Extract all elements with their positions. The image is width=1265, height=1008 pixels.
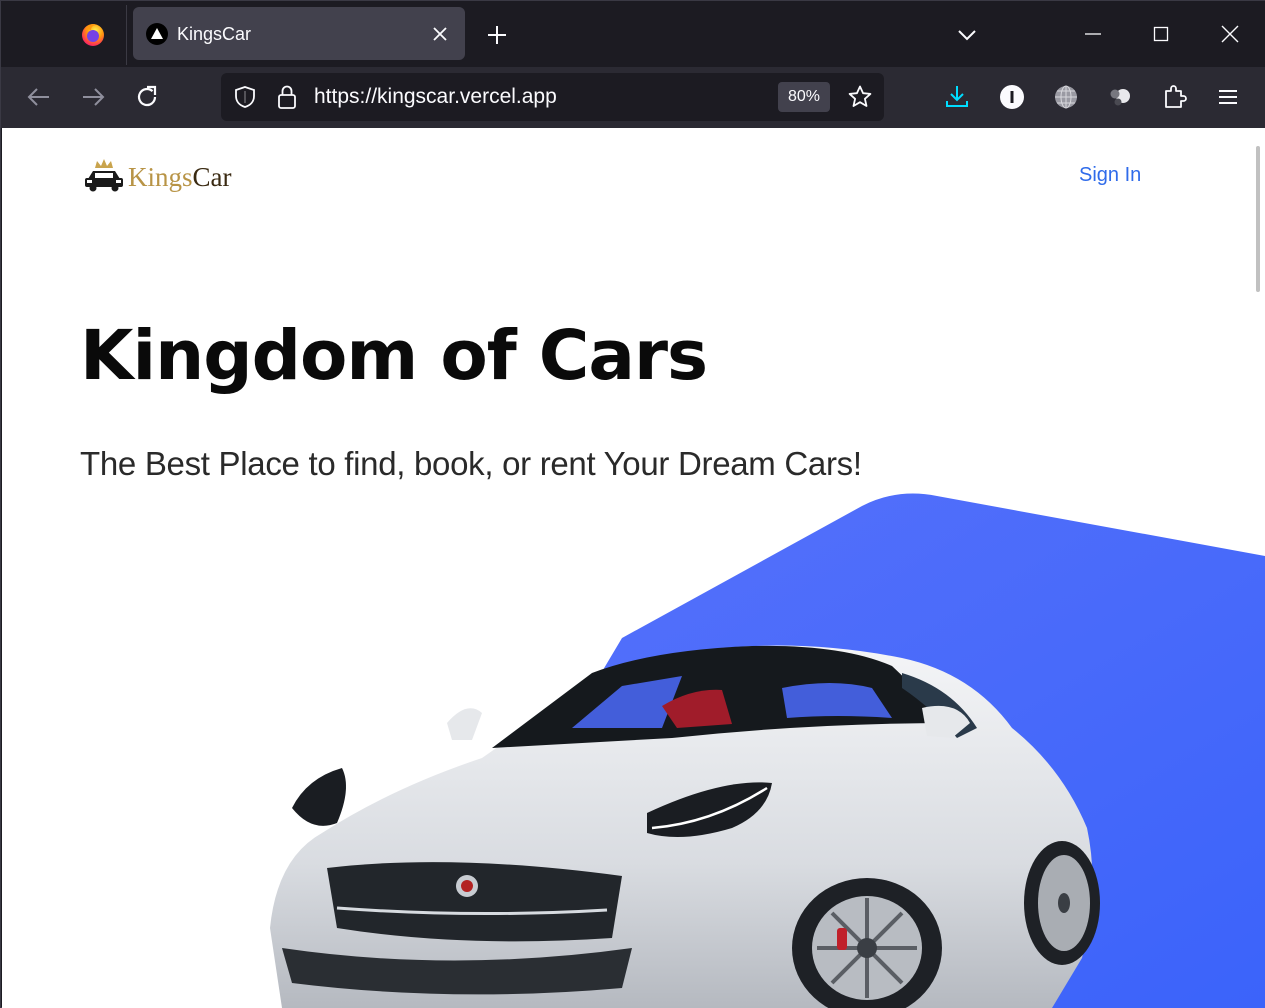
- download-icon[interactable]: [943, 83, 971, 111]
- hamburger-menu-icon[interactable]: [1214, 83, 1242, 111]
- tab-strip: KingsCar: [1, 1, 1265, 67]
- white-sports-car-image: [270, 645, 1100, 1008]
- logo-text-kings: Kings: [128, 162, 193, 192]
- minimize-icon[interactable]: [1078, 19, 1108, 49]
- maximize-icon[interactable]: [1146, 19, 1176, 49]
- logo-text: KingsCar: [128, 161, 232, 193]
- tab-separator: [126, 5, 127, 65]
- reload-icon[interactable]: [133, 83, 161, 111]
- bookmark-star-icon[interactable]: [847, 84, 873, 110]
- lock-icon[interactable]: [275, 84, 299, 110]
- crown-car-icon: [85, 159, 123, 192]
- globe-icon[interactable]: [1052, 83, 1080, 111]
- forward-arrow-right-icon[interactable]: [79, 83, 107, 111]
- tab-active[interactable]: KingsCar: [133, 7, 465, 60]
- hero-subtitle: The Best Place to find, book, or rent Yo…: [80, 445, 862, 482]
- hero-title: Kingdom of Cars: [80, 316, 708, 396]
- tab-title: KingsCar: [177, 24, 252, 44]
- info-circle-icon[interactable]: [998, 83, 1026, 111]
- tab-list-chevron-down-icon[interactable]: [955, 23, 979, 47]
- tab-close-icon[interactable]: [429, 23, 451, 45]
- zoom-level-badge[interactable]: 80%: [778, 82, 830, 112]
- logo-text-car: Car: [192, 162, 232, 192]
- shield-icon[interactable]: [233, 85, 257, 109]
- back-arrow-left-icon[interactable]: [25, 83, 53, 111]
- page-scrollbar[interactable]: [1256, 146, 1260, 292]
- new-tab-plus-icon[interactable]: [485, 23, 509, 47]
- url-text[interactable]: https://kingscar.vercel.app: [314, 85, 557, 109]
- spheres-icon[interactable]: [1106, 83, 1134, 111]
- sign-in-link[interactable]: Sign In: [1079, 163, 1141, 187]
- puzzle-icon[interactable]: [1161, 83, 1189, 111]
- url-bar[interactable]: https://kingscar.vercel.app 80%: [221, 73, 884, 121]
- firefox-logo-icon[interactable]: [79, 20, 107, 48]
- nav-toolbar: https://kingscar.vercel.app 80%: [1, 67, 1265, 128]
- vercel-triangle-icon: [146, 23, 168, 45]
- close-window-icon[interactable]: [1215, 19, 1245, 49]
- browser-window: KingsCar https://kingscar.vercel.app 80%…: [0, 0, 1265, 1008]
- web-page: KingsCar Sign In Kingdom of Cars The Bes…: [2, 128, 1265, 1008]
